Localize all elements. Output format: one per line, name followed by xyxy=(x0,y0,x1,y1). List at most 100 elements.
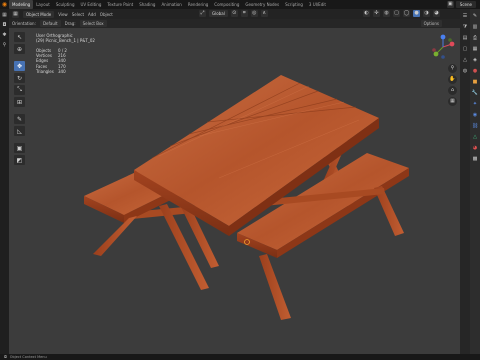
stat-label: Triangles xyxy=(36,68,54,74)
stat-value: 340 xyxy=(58,68,66,74)
solid-shading-icon[interactable]: ● xyxy=(413,10,420,17)
tab-workspace-8[interactable]: Compositing xyxy=(211,0,242,9)
menu-add[interactable]: Add xyxy=(88,12,96,17)
tab-workspace-10[interactable]: Scripting xyxy=(282,0,306,9)
light-icon[interactable]: ✱ xyxy=(1,32,8,39)
filter-icon[interactable]: ⧩ xyxy=(461,23,469,31)
orientation-dropdown[interactable]: Default xyxy=(39,20,61,27)
tab-workspace-6[interactable]: Animation xyxy=(158,0,184,9)
gizmo-x-icon xyxy=(449,41,455,47)
tab-workspace-3[interactable]: UV Editing xyxy=(78,0,105,9)
proportional-edit-icon[interactable]: ◎ xyxy=(250,10,258,17)
cursor-tool-icon[interactable]: ⊕ xyxy=(14,44,25,54)
texture-properties-icon[interactable]: ▩ xyxy=(471,155,479,163)
scene-properties-icon[interactable]: ◈ xyxy=(471,56,479,64)
orientation-label: Orientation: xyxy=(12,21,36,26)
gizmo-neg-z-icon xyxy=(441,55,445,59)
transform-controls: ⤢ Global ⊙ ⌗ ◎ ∧ xyxy=(199,10,268,17)
gizmo-icon[interactable]: ✣ xyxy=(373,10,380,17)
scene-name[interactable]: Scene xyxy=(455,1,476,8)
viewport-info: User Orthographic (29) Picnic_Bench_1 | … xyxy=(36,33,95,43)
annotate-tool-icon[interactable]: ✎ xyxy=(14,114,25,124)
scale-tool-icon[interactable]: ⤡ xyxy=(14,85,25,95)
tool-properties-icon[interactable]: ✎ xyxy=(471,12,479,20)
gizmo-neg-x-icon xyxy=(432,48,436,52)
perspective-grid-icon[interactable]: ▦ xyxy=(448,97,457,106)
blender-logo-icon[interactable]: ◉ xyxy=(0,0,9,9)
collection-icon[interactable]: ▤ xyxy=(461,34,469,42)
rotate-tool-icon[interactable]: ↻ xyxy=(14,73,25,83)
tab-workspace-0[interactable]: Modeling xyxy=(9,0,34,9)
material-icon[interactable]: ◍ xyxy=(461,67,469,75)
tab-workspace-7[interactable]: Rendering xyxy=(185,0,211,9)
status-hint: Object Context Menu xyxy=(9,355,47,359)
picnic-table-render xyxy=(84,75,409,320)
drag-dropdown[interactable]: Select Box xyxy=(79,20,107,27)
link-icon[interactable]: ⚲ xyxy=(1,42,8,49)
rendered-shading-icon[interactable]: ◕ xyxy=(433,10,440,17)
falloff-icon[interactable]: ∧ xyxy=(260,10,268,17)
scene-icon: ▣ xyxy=(446,1,454,8)
overlay-icon[interactable]: ◍ xyxy=(383,10,390,17)
navigation-gizmo[interactable] xyxy=(430,34,456,60)
menu-view[interactable]: View xyxy=(58,12,68,17)
render-properties-icon[interactable]: ▥ xyxy=(471,23,479,31)
tab-workspace-4[interactable]: Texture Paint xyxy=(104,0,136,9)
gizmo-y-icon xyxy=(433,51,439,57)
constraints-properties-icon[interactable]: ⛓ xyxy=(471,122,479,130)
leg-front-left-a xyxy=(93,216,137,256)
tab-workspace-11[interactable]: 3 UI/Edit xyxy=(306,0,329,9)
pivot-icon[interactable]: ⊙ xyxy=(230,10,238,17)
menu-object[interactable]: Object xyxy=(100,12,113,17)
camera-icon[interactable]: ◘ xyxy=(1,22,8,29)
editor-type-icon[interactable]: ▦ xyxy=(1,12,8,19)
3d-viewport[interactable] xyxy=(9,28,460,354)
view-layer-icon[interactable]: ▦ xyxy=(471,45,479,53)
modifier-properties-icon[interactable]: 🔧 xyxy=(471,89,479,97)
measure-tool-icon[interactable]: ◺ xyxy=(14,126,25,136)
transform-orientation-dropdown[interactable]: Global xyxy=(209,10,228,17)
physics-properties-icon[interactable]: ◉ xyxy=(471,111,479,119)
gizmo-z-icon xyxy=(440,34,446,40)
wireframe-shading-icon[interactable]: ◯ xyxy=(403,10,410,17)
active-object-name: (29) Picnic_Bench_1 | P&T_02 xyxy=(36,38,95,44)
world-properties-icon[interactable]: ● xyxy=(471,67,479,75)
extra-tool-icon[interactable]: ◩ xyxy=(14,155,25,165)
tab-workspace-5[interactable]: Shading xyxy=(136,0,158,9)
status-bar: ◘ Object Context Menu xyxy=(0,354,480,360)
tab-workspace-9[interactable]: Geometry Nodes xyxy=(242,0,282,9)
properties-tabs: ✎ ▥ ⎙ ▦ ◈ ● ■ 🔧 ✦ ◉ ⛓ △ ◕ ▩ xyxy=(470,9,480,354)
move-tool-icon[interactable]: ✥ xyxy=(14,61,25,71)
snap-icon[interactable]: ⌗ xyxy=(240,10,248,17)
orientation-icon[interactable]: ⤢ xyxy=(199,10,206,17)
options-dropdown[interactable]: Options xyxy=(420,20,442,27)
scene-selector[interactable]: ▣ Scene xyxy=(446,1,480,8)
output-properties-icon[interactable]: ⎙ xyxy=(471,34,479,42)
xray-icon[interactable]: ▢ xyxy=(393,10,400,17)
outliner-icon[interactable]: ☰ xyxy=(461,12,469,20)
tab-workspace-1[interactable]: Layout xyxy=(33,0,53,9)
navigation-buttons: ⚲ ✋ ⌂ ▦ xyxy=(448,64,457,106)
data-properties-icon[interactable]: △ xyxy=(471,133,479,141)
object-properties-icon[interactable]: ■ xyxy=(471,78,479,86)
particles-properties-icon[interactable]: ✦ xyxy=(471,100,479,108)
camera-view-icon[interactable]: ⌂ xyxy=(448,86,457,95)
left-editor-strip: ▦ ◘ ✱ ⚲ xyxy=(0,9,9,354)
add-cube-tool-icon[interactable]: ▣ xyxy=(14,143,25,153)
visibility-icon[interactable]: ◐ xyxy=(363,10,370,17)
tab-workspace-2[interactable]: Sculpting xyxy=(53,0,78,9)
pan-hand-icon[interactable]: ✋ xyxy=(448,75,457,84)
menu-select[interactable]: Select xyxy=(72,12,84,17)
editor-type-icon[interactable]: ▦ xyxy=(12,10,19,18)
select-tool-icon[interactable]: ↖ xyxy=(14,32,25,42)
object-icon[interactable]: ▢ xyxy=(461,45,469,53)
material-shading-icon[interactable]: ◑ xyxy=(423,10,430,17)
mode-dropdown[interactable]: Object Mode xyxy=(23,10,55,18)
mesh-icon[interactable]: △ xyxy=(461,56,469,64)
zoom-icon[interactable]: ⚲ xyxy=(448,64,457,73)
mouse-icon: ◘ xyxy=(4,355,7,359)
transform-tool-icon[interactable]: ⊞ xyxy=(14,97,25,107)
material-properties-icon[interactable]: ◕ xyxy=(471,144,479,152)
tool-shelf: ↖ ⊕ ✥ ↻ ⤡ ⊞ ✎ ◺ ▣ ◩ xyxy=(14,32,25,165)
drag-label: Drag: xyxy=(64,21,76,26)
